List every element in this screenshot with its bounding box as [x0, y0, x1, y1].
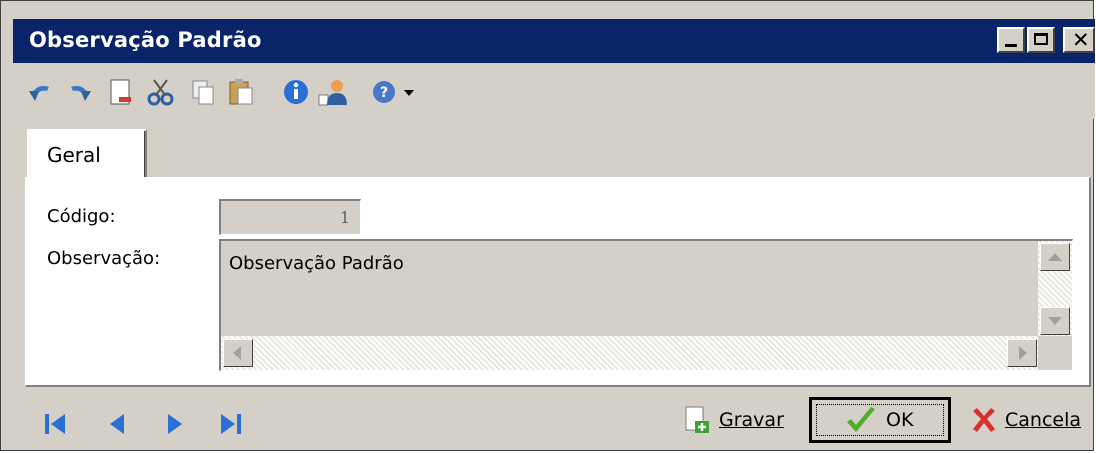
toolbar: ?: [13, 63, 1095, 119]
codigo-field[interactable]: 1: [219, 199, 361, 235]
tab-strip: Geral: [13, 119, 1095, 179]
tab-label: Geral: [47, 143, 101, 167]
maximize-button[interactable]: [1027, 27, 1055, 53]
arrow-down-icon: [1048, 317, 1062, 325]
cut-icon[interactable]: [145, 77, 177, 107]
vertical-scrollbar[interactable]: [1038, 241, 1072, 337]
observacao-text: Observação Padrão: [229, 253, 404, 274]
horizontal-scrollbar[interactable]: [221, 336, 1039, 370]
tab-geral[interactable]: Geral: [27, 129, 147, 179]
dropdown-arrow-icon[interactable]: [401, 77, 419, 107]
scroll-left-button[interactable]: [223, 339, 253, 367]
scroll-down-button[interactable]: [1040, 307, 1070, 335]
previous-record-icon[interactable]: [103, 409, 133, 439]
observacao-textarea[interactable]: Observação Padrão: [219, 239, 1073, 371]
last-record-icon[interactable]: [215, 409, 245, 439]
paste-icon[interactable]: [225, 77, 257, 107]
undo-icon[interactable]: [25, 77, 57, 107]
window-title: Observação Padrão: [29, 28, 262, 52]
next-record-icon[interactable]: [159, 409, 189, 439]
bottom-bar: Gravar OK Cancela: [13, 391, 1095, 451]
observacao-label: Observação:: [47, 248, 161, 269]
scroll-up-button[interactable]: [1040, 243, 1070, 271]
gravar-button[interactable]: Gravar: [677, 397, 801, 443]
new-doc-icon[interactable]: [105, 77, 137, 107]
codigo-label: Código:: [47, 206, 116, 227]
dialog-window: Observação Padrão ✕ ? Geral Código: 1 Ob…: [0, 0, 1095, 451]
close-button[interactable]: ✕: [1063, 27, 1095, 53]
save-doc-icon: [685, 406, 709, 433]
arrow-left-icon: [233, 346, 241, 360]
cancel-x-icon: [973, 408, 995, 432]
scroll-right-button[interactable]: [1007, 339, 1037, 367]
cancela-button[interactable]: Cancela: [965, 397, 1093, 443]
ok-button[interactable]: OK: [809, 397, 951, 443]
copy-icon[interactable]: [187, 77, 219, 107]
first-record-icon[interactable]: [41, 409, 71, 439]
arrow-up-icon: [1048, 253, 1062, 261]
user-icon[interactable]: [317, 77, 349, 107]
scrollbar-corner: [1038, 336, 1072, 370]
minimize-button[interactable]: [997, 27, 1025, 53]
focus-rect: [816, 404, 944, 436]
svg-text:?: ?: [380, 85, 388, 101]
help-icon[interactable]: ?: [369, 77, 401, 107]
gravar-label: Gravar: [719, 409, 784, 431]
ok-label: OK: [886, 409, 914, 431]
info-icon[interactable]: [281, 77, 313, 107]
redo-icon[interactable]: [63, 77, 95, 107]
cancela-label: Cancela: [1005, 409, 1082, 431]
arrow-right-icon: [1019, 346, 1027, 360]
check-icon: [847, 407, 875, 432]
title-bar[interactable]: Observação Padrão ✕: [13, 19, 1095, 63]
